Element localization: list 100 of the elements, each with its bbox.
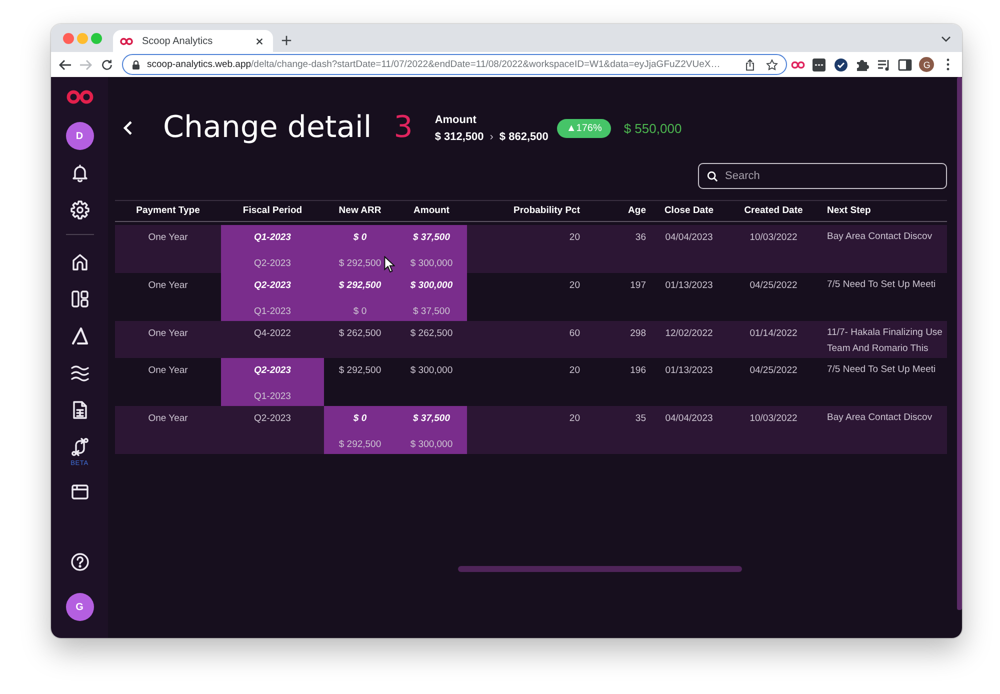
scrollbar-thumb[interactable]: [458, 566, 742, 572]
table-value: $ 0: [353, 412, 367, 426]
metric-value: $ 312,500: [434, 130, 484, 144]
help-icon[interactable]: [70, 552, 90, 572]
table-value: 20: [569, 279, 580, 293]
more-icon[interactable]: [946, 58, 950, 71]
logo-icon[interactable]: [66, 90, 94, 104]
table-value: $ 37,500: [413, 231, 450, 245]
share-icon[interactable]: [744, 58, 756, 70]
table-value: Q1-2023: [254, 390, 291, 404]
address-field[interactable]: scoop-analytics.web.app/delta/change-dash?startDate=11/07/2022&endDate=11/08/2022&workspaceID=W1&data=eyJjaGFuZ2VUeX…: [122, 54, 787, 75]
table-value: One Year: [148, 327, 188, 341]
column-header[interactable]: Amount: [414, 205, 450, 216]
table-value: $ 292,500: [338, 257, 382, 271]
table-value: $ 0: [353, 231, 367, 245]
column-header[interactable]: Probability Pct: [513, 205, 580, 216]
user-avatar[interactable]: D: [66, 122, 94, 150]
table-value: Q2-2023: [254, 412, 291, 426]
table-value: $ 262,500: [410, 327, 453, 341]
table-value: 60: [569, 327, 580, 341]
home-icon[interactable]: [70, 252, 90, 272]
table-value: 01/13/2023: [665, 279, 713, 293]
extension-icon[interactable]: [812, 58, 826, 72]
table-value: 7/5 Need To Set Up Meeti: [827, 363, 936, 377]
grid-icon[interactable]: [70, 289, 90, 309]
table-value: $ 300,000: [410, 257, 453, 271]
table-value: $ 300,000: [410, 364, 453, 378]
star-icon[interactable]: [766, 58, 778, 70]
table-value: Q1-2023: [254, 231, 291, 245]
table-value: $ 37,500: [413, 412, 450, 426]
scrollbar-thumb[interactable]: [957, 77, 962, 610]
table-value: $ 292,500: [338, 279, 382, 293]
chevron-down-icon[interactable]: [941, 36, 951, 42]
side-panel-icon[interactable]: [898, 58, 912, 72]
puzzle-icon[interactable]: [855, 58, 870, 72]
table-value: 36: [635, 231, 646, 245]
column-header[interactable]: Close Date: [664, 205, 714, 216]
waves-icon[interactable]: [70, 363, 90, 383]
search-field[interactable]: Search: [698, 163, 947, 189]
table-value: 11/7- Hakala Finalizing Use Team And Romario This: [827, 326, 944, 356]
table-value: Bay Area Contact Discov: [827, 230, 932, 244]
table-value: 04/25/2022: [750, 364, 798, 378]
account-avatar[interactable]: G: [66, 593, 94, 621]
table-value: 20: [569, 231, 580, 245]
table-value: 7/5 Need To Set Up Meeti: [827, 278, 936, 292]
table-value: $ 300,000: [410, 438, 453, 452]
change-count: 3: [394, 109, 413, 147]
table-value: Q2-2023: [254, 257, 291, 271]
table-value: $ 292,500: [338, 364, 382, 378]
table-value: $ 262,500: [338, 327, 382, 341]
table-value: One Year: [148, 364, 188, 378]
table-value: 04/04/2023: [665, 231, 713, 245]
bell-icon[interactable]: [70, 163, 90, 183]
column-header[interactable]: Next Step: [827, 205, 871, 216]
table-value: 04/25/2022: [750, 279, 798, 293]
table-value: 04/04/2023: [665, 412, 713, 426]
column-header[interactable]: Fiscal Period: [242, 205, 302, 216]
plus-icon[interactable]: [281, 35, 292, 46]
table-value: One Year: [148, 279, 188, 293]
column-header[interactable]: Payment Type: [136, 205, 200, 216]
table-value: 298: [630, 327, 646, 341]
table-value: Q2-2023: [254, 279, 291, 293]
table-value: One Year: [148, 412, 188, 426]
table-value: One Year: [148, 231, 188, 245]
table-value: $ 292,500: [338, 438, 382, 452]
sync-arrows-icon[interactable]: [70, 437, 90, 457]
reload-icon[interactable]: [100, 58, 114, 70]
table-value: $ 37,500: [413, 305, 450, 319]
browser-tab[interactable]: Scoop Analytics: [113, 30, 273, 52]
table-value: 10/03/2022: [750, 412, 798, 426]
table-value: 20: [569, 412, 580, 426]
table-value: 12/02/2022: [665, 327, 713, 341]
playlist-icon[interactable]: [876, 58, 891, 72]
page-title: Change detail: [163, 109, 372, 147]
chevron-right-icon: ›: [490, 130, 494, 144]
check-circle-icon[interactable]: [834, 58, 848, 72]
table-value: 01/14/2022: [750, 327, 798, 341]
table-value: Q2-2023: [254, 364, 291, 378]
table-value: 197: [630, 279, 646, 293]
mouse-pointer-icon: [384, 256, 395, 273]
chevron-left-icon[interactable]: [122, 120, 134, 136]
window-icon[interactable]: [70, 482, 90, 502]
close-icon[interactable]: [255, 36, 264, 46]
change-badge: ▲176%: [557, 118, 611, 138]
settings-icon[interactable]: [70, 200, 90, 220]
column-header[interactable]: Age: [628, 205, 646, 216]
table-value: Q1-2023: [254, 305, 291, 319]
column-header[interactable]: Created Date: [744, 205, 803, 216]
table-value: $ 300,000: [410, 279, 453, 293]
profile-avatar[interactable]: G: [919, 57, 934, 72]
column-header[interactable]: New ARR: [338, 205, 382, 216]
metric-value: $ 862,500: [499, 130, 548, 144]
table-value: 20: [569, 364, 580, 378]
table-value: 10/03/2022: [750, 231, 798, 245]
table-value: Q4-2022: [254, 327, 291, 341]
table-value: 196: [630, 364, 646, 378]
metric-label: Amount: [434, 112, 476, 126]
table-value: Bay Area Contact Discov: [827, 411, 932, 425]
arrow-left-icon[interactable]: [58, 58, 72, 70]
lock-icon: [132, 60, 140, 70]
